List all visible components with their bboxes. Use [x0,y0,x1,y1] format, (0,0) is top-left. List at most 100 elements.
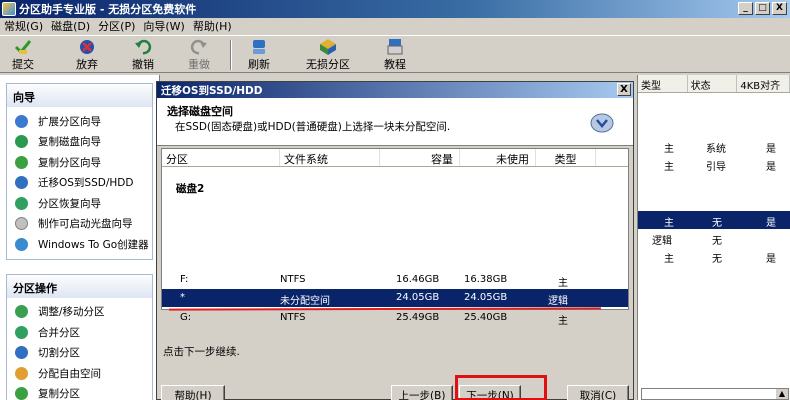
recovery-icon [15,196,28,210]
toolbar-separator [230,40,232,70]
cell-type: 主 [558,316,568,327]
disk-wizard-icon [589,112,615,134]
cancel-button[interactable]: 取消(C) [567,385,629,400]
refresh-button[interactable]: 刷新 [244,38,274,72]
col-capacity[interactable]: 容量 [380,149,460,166]
partition-list-row[interactable]: 主 系统 是 [638,137,790,155]
discard-button[interactable]: 放弃 [72,38,102,72]
migrate-os-dialog: 迁移OS到SSD/HDD X 选择磁盘空间 在SSD(固态硬盘)或HDD(普通硬… [156,81,634,400]
migrate-icon [15,176,28,190]
close-button[interactable]: X [772,2,787,15]
horizontal-scrollbar[interactable]: ▲ [641,388,789,400]
partition-list-row[interactable]: 主 无 是 [638,247,790,265]
table-row[interactable]: G: NTFS 25.49GB 25.40GB 主 [162,309,628,327]
undo-button[interactable]: 撤销 [128,38,158,72]
row-align: 是 [766,144,776,155]
redo-label: 重做 [188,58,210,71]
table-row[interactable]: F: NTFS 16.46GB 16.38GB 主 [162,271,628,289]
window-controls: _ □ X [738,2,787,15]
wizard-item-label: 复制分区向导 [38,156,101,169]
instruction-text: 点击下一步继续. [163,346,240,358]
cd-icon [15,217,28,231]
col-type[interactable]: 类型 [638,75,688,92]
menu-partition[interactable]: 分区(P) [94,18,139,34]
menu-disk[interactable]: 磁盘(D) [47,18,94,34]
cell-unused: 25.40GB [464,312,508,323]
wizard-extend-partition[interactable]: 扩展分区向导 [7,111,152,132]
menu-wizard[interactable]: 向导(W) [139,18,188,34]
cell-type: 主 [558,278,568,289]
wizard-item-label: 扩展分区向导 [38,115,101,128]
dialog-close-button[interactable]: X [617,83,631,96]
col-status[interactable]: 状态 [688,75,738,92]
row-status: 无 [712,254,722,265]
col-filesystem[interactable]: 文件系统 [280,149,380,166]
cell-capacity: 25.49GB [396,312,440,323]
menu-general[interactable]: 常规(G) [0,18,47,34]
tutorial-icon [385,38,405,56]
redo-button[interactable]: 重做 [184,38,214,72]
toolbar: 提交 放弃 撤销 重做 刷新 无损分区 教程 [0,35,790,73]
partition-list-row-selected[interactable]: 主 无 是 [638,211,790,229]
scroll-up-arrow-icon[interactable]: ▲ [776,389,788,399]
partition-list-row[interactable]: 主 引导 是 [638,155,790,173]
wizard-item-label: 迁移OS到SSD/HDD [38,177,134,190]
extend-icon [15,114,28,128]
commit-label: 提交 [12,58,34,71]
row-type: 逻辑 [652,236,672,247]
col-4k-align[interactable]: 4KB对齐 [737,75,790,92]
op-copy-partition[interactable]: 复制分区 [7,384,152,400]
col-unused[interactable]: 未使用 [460,149,536,166]
maximize-button[interactable]: □ [755,2,770,15]
cell-capacity: 24.05GB [396,292,440,303]
op-resize-move[interactable]: 调整/移动分区 [7,302,152,323]
dialog-header: 选择磁盘空间 在SSD(固态硬盘)或HDD(普通硬盘)上选择一块未分配空间. [157,98,633,146]
col-type[interactable]: 类型 [536,149,596,166]
col-partition[interactable]: 分区 [162,149,280,166]
cell-unused: 24.05GB [464,292,508,303]
row-status: 引导 [706,162,726,173]
wizard-copy-disk[interactable]: 复制磁盘向导 [7,132,152,153]
tutorial-label: 教程 [384,58,406,71]
window-title: 分区助手专业版 - 无损分区免费软件 [19,3,197,16]
minimize-button[interactable]: _ [738,2,753,15]
partition-list-row[interactable]: 逻辑 无 [638,229,790,247]
row-type: 主 [664,162,674,173]
row-status: 无 [712,236,722,247]
wizard-migrate-os[interactable]: 迁移OS到SSD/HDD [7,173,152,194]
merge-icon [15,325,28,339]
row-type: 主 [664,218,674,229]
menu-help[interactable]: 帮助(H) [189,18,236,34]
wizard-bootable-cd[interactable]: 制作可启动光盘向导 [7,214,152,235]
help-button[interactable]: 帮助(H) [161,385,225,400]
check-icon [13,38,33,56]
row-status: 无 [712,218,722,229]
dialog-header-title: 选择磁盘空间 [167,105,233,118]
table-row-selected[interactable]: * 未分配空间 24.05GB 24.05GB 逻辑 [162,289,628,307]
op-allocate-free[interactable]: 分配自由空间 [7,363,152,384]
wizard-item-label: Windows To Go创建器 [38,238,149,251]
disk-space-table: 分区 文件系统 容量 未使用 类型 磁盘2 F: NTFS 16.46GB 16… [161,148,629,327]
row-align: 是 [766,254,776,265]
back-button[interactable]: 上一步(B) [391,385,453,400]
row-type: 主 [664,144,674,155]
copy-disk-icon [15,135,28,149]
row-type: 主 [664,254,674,265]
op-merge[interactable]: 合并分区 [7,322,152,343]
wizard-partition-recovery[interactable]: 分区恢复向导 [7,193,152,214]
lossless-partition-button[interactable]: 无损分区 [300,38,356,72]
copy-icon [15,387,28,400]
tutorial-button[interactable]: 教程 [380,38,410,72]
cell-filesystem: 未分配空间 [280,296,330,307]
row-status: 系统 [706,144,726,155]
cell-capacity: 16.46GB [396,274,440,285]
refresh-label: 刷新 [248,58,270,71]
op-split[interactable]: 切割分区 [7,343,152,364]
cell-type: 逻辑 [548,296,568,307]
wizard-windows-to-go[interactable]: Windows To Go创建器 [7,234,152,255]
windows-to-go-icon [15,237,28,251]
wizard-copy-partition[interactable]: 复制分区向导 [7,152,152,173]
disk-label: 磁盘2 [176,183,205,195]
discard-label: 放弃 [76,58,98,71]
commit-button[interactable]: 提交 [8,38,38,72]
